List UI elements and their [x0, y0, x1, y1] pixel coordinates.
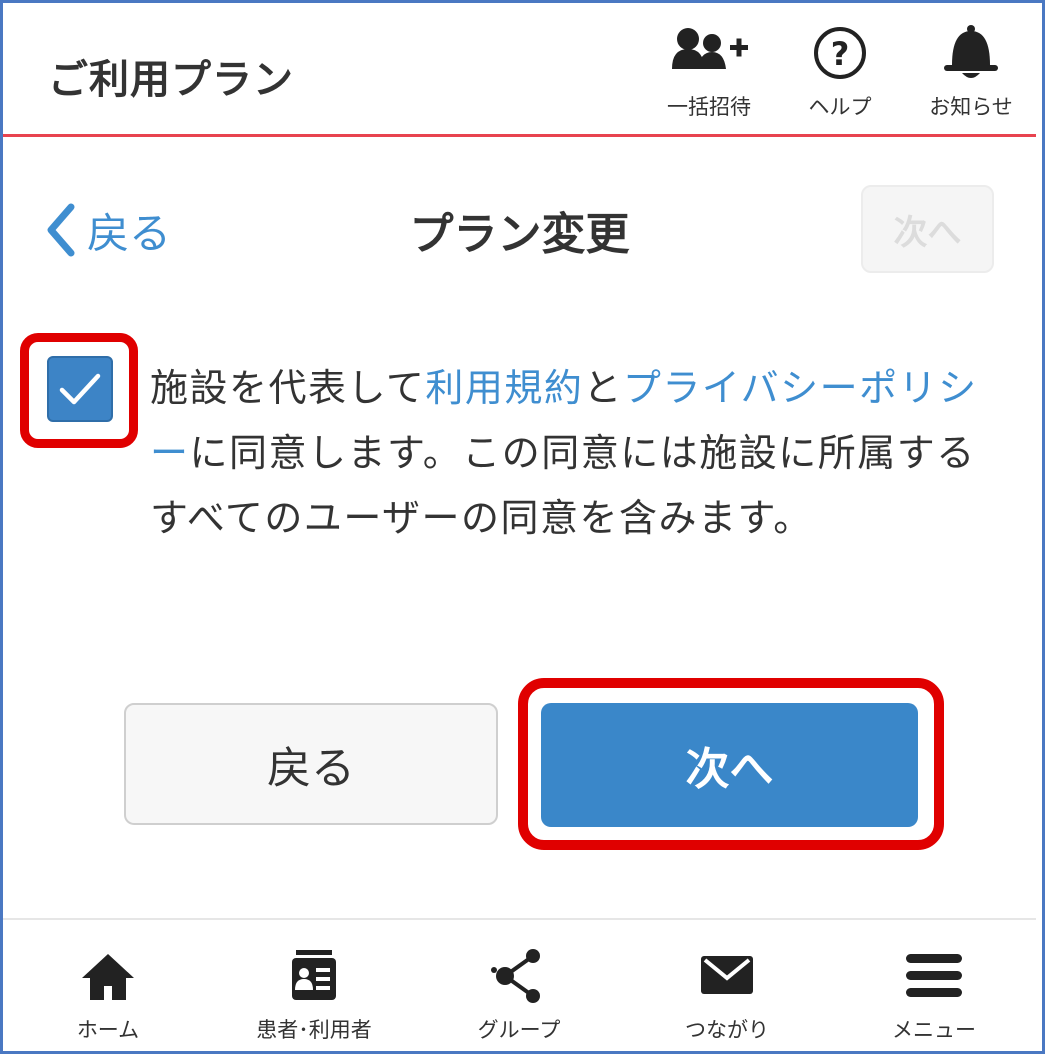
- app-title: ご利用プラン: [48, 57, 294, 103]
- notifications-button[interactable]: お知らせ: [916, 23, 1026, 127]
- nav-label-connections: つながり: [685, 1018, 769, 1042]
- bell-icon: [944, 25, 998, 78]
- nav-item-menu[interactable]: メニュー: [864, 920, 1004, 1053]
- share-nodes-icon: [491, 949, 540, 1003]
- sub-header: 戻る プラン変更 次へ: [3, 140, 1036, 320]
- nav-label-home: ホーム: [76, 1018, 140, 1042]
- agreement-text-part-3: に同意します。この同意には施設に所属するすべてのユーザーの同意を含みます。: [150, 431, 976, 540]
- terms-of-use-link[interactable]: 利用規約: [425, 366, 583, 410]
- add-users-icon: [672, 28, 748, 69]
- nav-item-home[interactable]: ホーム: [38, 920, 178, 1053]
- nav-item-groups[interactable]: グループ: [449, 920, 589, 1053]
- back-link[interactable]: 戻る: [43, 200, 171, 260]
- checkmark-icon: [59, 373, 101, 405]
- agree-checkbox[interactable]: [47, 356, 113, 422]
- back-button[interactable]: 戻る: [124, 703, 498, 825]
- agreement-text: 施設を代表して利用規約とプライバシーポリシーに同意します。この同意には施設に所属…: [150, 356, 985, 551]
- agreement-text-part-2: と: [583, 366, 623, 410]
- agreement-text-part-1: 施設を代表して: [150, 366, 426, 410]
- id-card-icon: [292, 950, 336, 1000]
- home-icon: [82, 954, 134, 1000]
- help-label: ヘルプ: [808, 95, 872, 119]
- nav-item-patients[interactable]: 患者･利用者: [234, 920, 394, 1053]
- nav-label-menu: メニュー: [892, 1018, 976, 1042]
- chevron-left-icon: [47, 203, 75, 257]
- nav-label-patients: 患者･利用者: [256, 1018, 372, 1042]
- help-icon: ?: [814, 27, 866, 79]
- back-link-label: 戻る: [87, 208, 172, 258]
- svg-text:?: ?: [831, 35, 850, 73]
- bulk-invite-label: 一括招待: [667, 95, 751, 119]
- bulk-invite-button[interactable]: 一括招待: [654, 23, 764, 127]
- notifications-label: お知らせ: [929, 95, 1013, 119]
- envelope-icon: [701, 956, 753, 994]
- nav-item-connections[interactable]: つながり: [657, 920, 797, 1053]
- help-button[interactable]: ? ヘルプ: [785, 23, 895, 127]
- app-header: ご利用プラン 一括招待 ? ヘルプ お知らせ: [3, 3, 1036, 137]
- bottom-nav: ホーム 患者･利用者 グループ つながり メニュー: [3, 918, 1036, 1051]
- hamburger-menu-icon: [906, 954, 962, 997]
- next-button-disabled[interactable]: 次へ: [861, 185, 994, 273]
- next-button[interactable]: 次へ: [541, 703, 918, 827]
- nav-label-groups: グループ: [477, 1018, 561, 1042]
